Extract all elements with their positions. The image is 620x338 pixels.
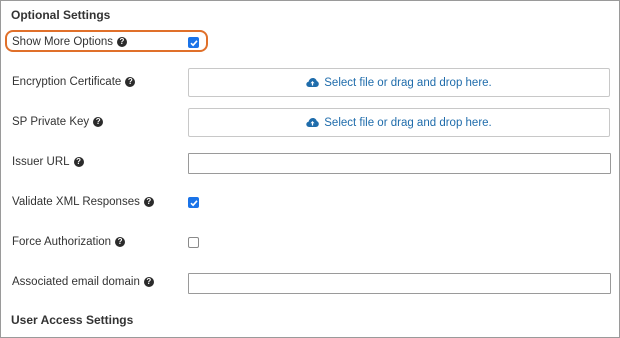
sp-private-key-dropzone[interactable]: Select file or drag and drop here.: [188, 108, 610, 137]
issuer-url-text: Issuer URL: [12, 156, 70, 168]
email-domain-label: Associated email domain ?: [12, 276, 154, 288]
email-domain-text: Associated email domain: [12, 276, 140, 288]
issuer-url-input[interactable]: [188, 153, 611, 174]
force-authorization-checkbox[interactable]: [188, 237, 199, 248]
validate-xml-checkbox[interactable]: [188, 197, 199, 208]
encryption-certificate-dropzone-text[interactable]: Select file or drag and drop here.: [324, 77, 492, 89]
help-icon[interactable]: ?: [143, 197, 154, 207]
encryption-certificate-dropzone[interactable]: Select file or drag and drop here.: [188, 68, 610, 97]
issuer-url-label: Issuer URL ?: [12, 156, 84, 168]
checkmark-icon: [189, 199, 198, 206]
sp-private-key-text: SP Private Key: [12, 116, 90, 128]
encryption-certificate-label: Encryption Certificate ?: [12, 76, 136, 88]
sp-private-key-dropzone-text[interactable]: Select file or drag and drop here.: [324, 117, 492, 129]
validate-xml-label: Validate XML Responses ?: [12, 196, 154, 208]
help-icon[interactable]: ?: [125, 77, 136, 87]
cloud-upload-icon: [306, 78, 320, 87]
show-more-options-checkbox[interactable]: [188, 37, 199, 48]
email-domain-input[interactable]: [188, 273, 611, 294]
help-icon[interactable]: ?: [143, 277, 154, 287]
help-icon[interactable]: ?: [115, 237, 126, 247]
cloud-upload-icon: [306, 118, 320, 127]
checkmark-icon: [189, 39, 198, 46]
sp-private-key-label: SP Private Key ?: [12, 116, 104, 128]
settings-panel: Optional Settings Show More Options ? En…: [0, 0, 620, 338]
force-authorization-text: Force Authorization: [12, 236, 112, 248]
validate-xml-text: Validate XML Responses: [12, 196, 140, 208]
help-icon[interactable]: ?: [117, 37, 127, 47]
user-access-settings-heading: User Access Settings: [11, 313, 134, 327]
help-icon[interactable]: ?: [93, 117, 104, 127]
help-icon[interactable]: ?: [73, 157, 84, 167]
show-more-options-text: Show More Options: [12, 36, 113, 48]
encryption-certificate-text: Encryption Certificate: [12, 76, 122, 88]
optional-settings-heading: Optional Settings: [11, 8, 111, 22]
show-more-options-label: Show More Options ?: [12, 36, 127, 48]
force-authorization-label: Force Authorization ?: [12, 236, 126, 248]
